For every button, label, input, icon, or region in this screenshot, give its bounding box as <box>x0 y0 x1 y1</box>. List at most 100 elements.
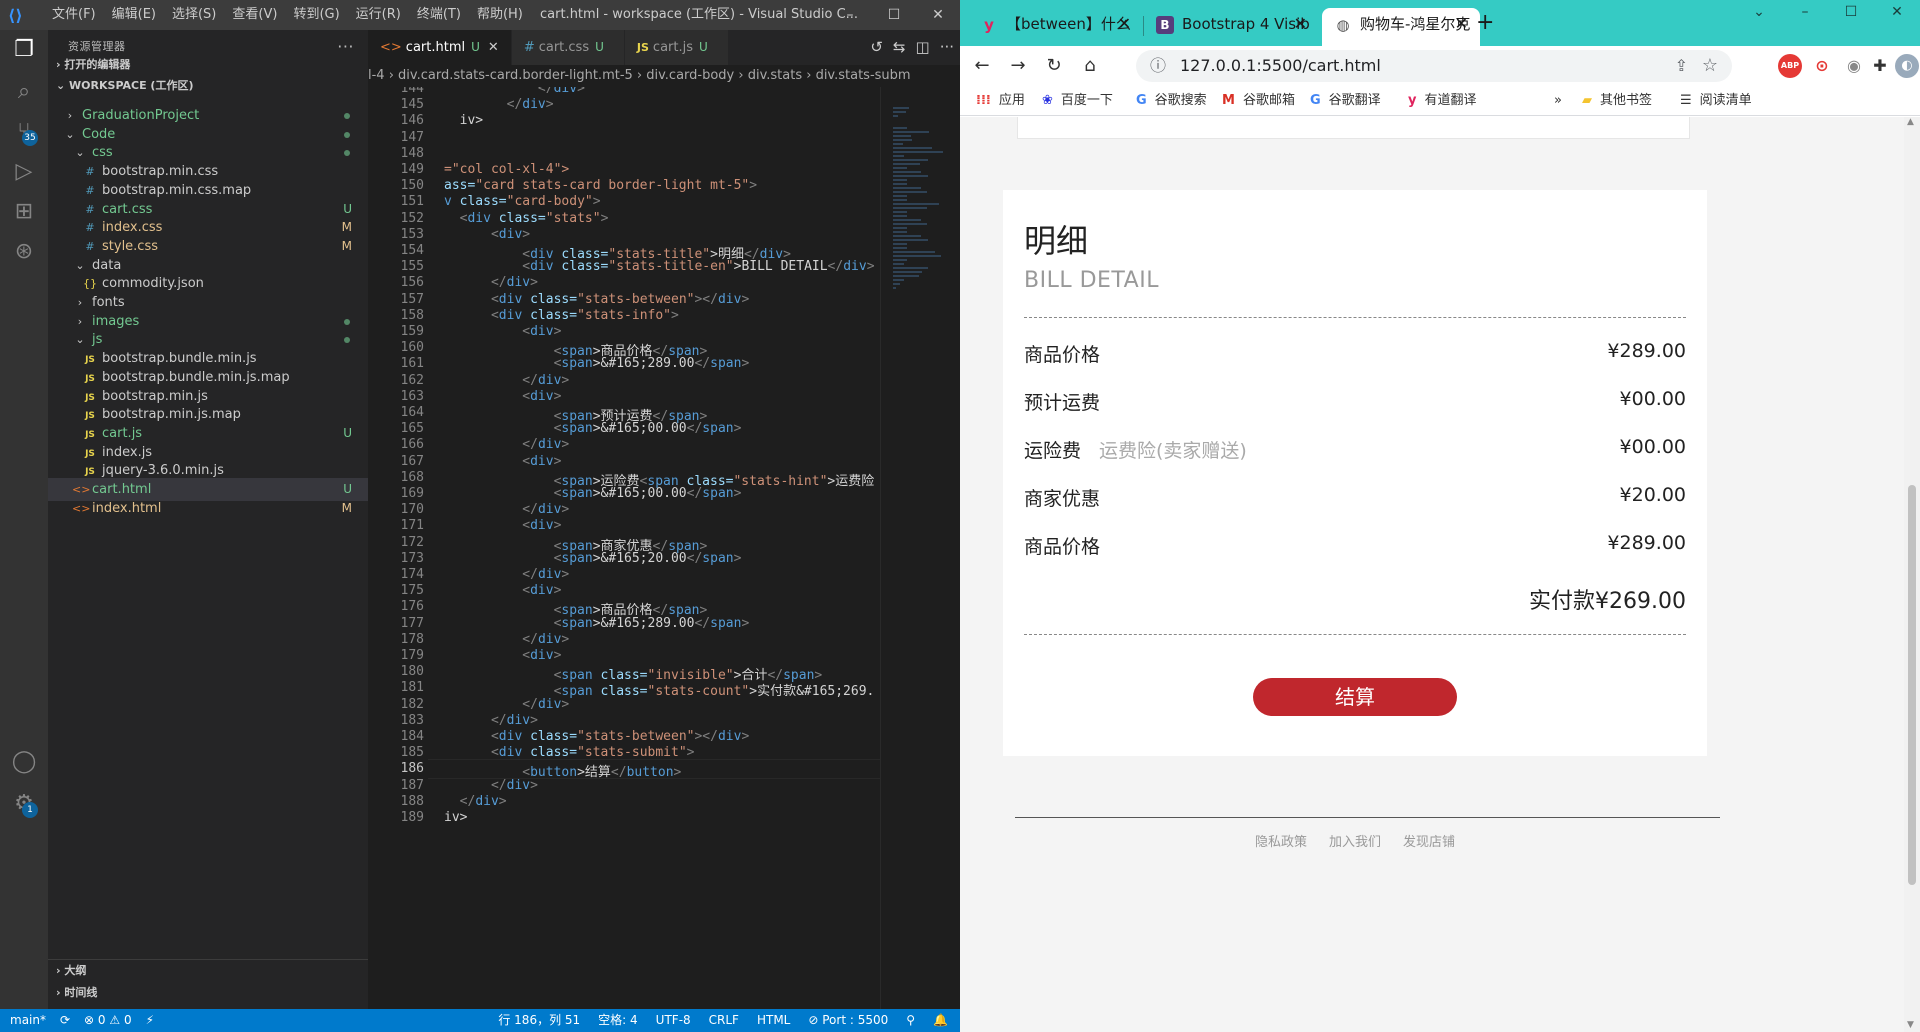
share-icon[interactable]: ⇪ <box>1675 50 1688 82</box>
scroll-down-icon[interactable]: ▼ <box>1907 1020 1914 1030</box>
status-item[interactable]: 空格: 4 <box>598 1009 638 1032</box>
browser-tab-cart[interactable]: ◍ 购物车-鸿星尔克 ✕ <box>1322 8 1480 46</box>
code-token: span <box>710 356 742 372</box>
browser-tab-bootstrap[interactable]: B Bootstrap 4 Visib ✕ <box>1144 8 1319 46</box>
menu-item[interactable]: 终端(T) <box>409 0 469 30</box>
timeline-section[interactable]: › 时间线 <box>48 982 368 1004</box>
extension-gray-icon[interactable]: ◉ <box>1842 54 1866 78</box>
footer-link[interactable]: 发现店铺 <box>1403 831 1455 850</box>
run-debug-icon[interactable]: ▷ <box>10 158 38 186</box>
vscode-titlebar: ⟨⟩ 文件(F) 编辑(E) 选择(S) 查看(V) 转到(G) 运行(R) 终端(T) 帮助… <box>0 0 960 30</box>
close-tab-icon[interactable]: ✕ <box>1118 8 1131 40</box>
extension-red-icon[interactable]: ⊙ <box>1810 54 1834 78</box>
breadcrumb[interactable]: l-4 › div.card.stats-card.border-light.m… <box>368 65 960 87</box>
tree-item-label: cart.js <box>102 425 143 441</box>
bookmarks-overflow[interactable]: » <box>1554 86 1562 116</box>
tree-item[interactable]: <> index.html M <box>48 497 368 520</box>
bill-row-label: 商品价格 <box>1024 344 1101 366</box>
browser-tab-between[interactable]: y 【between】什么 ✕ <box>968 8 1144 46</box>
status-item[interactable]: 🔔 <box>933 1009 948 1032</box>
editor-tab-js[interactable]: JS cart.js U <box>624 30 729 65</box>
footer-link[interactable]: 加入我们 <box>1329 831 1381 850</box>
close-tab-icon[interactable]: ✕ <box>488 40 499 55</box>
reading-list[interactable]: ☰ 阅读清单 <box>1680 86 1752 116</box>
code-editor[interactable]: 144 </div> 145 </div> 146 iv> 147 148 149 ="co… <box>368 87 880 1009</box>
status-item[interactable]: ⚲ <box>906 1009 915 1032</box>
reload-icon[interactable]: ↻ <box>1040 52 1068 80</box>
menu-item[interactable]: 转到(G) <box>285 0 347 30</box>
editor-tab-css[interactable]: # cart.css U <box>511 30 625 65</box>
scroll-up-icon[interactable]: ▲ <box>1907 117 1914 127</box>
menu-item[interactable]: 帮助(H) <box>469 0 531 30</box>
open-editors-section[interactable]: › 打开的编辑器 <box>48 54 368 76</box>
bookmark-apps[interactable]: ⁞⁞⁞ 应用 <box>976 86 1025 116</box>
search-icon[interactable]: ⌕ <box>10 78 38 106</box>
more-actions-icon[interactable]: ··· <box>940 30 954 65</box>
split-editor-icon[interactable]: ◫ <box>916 30 930 65</box>
site-info-icon[interactable]: ⓘ <box>1150 50 1166 82</box>
checkout-button[interactable]: 结算 <box>1253 678 1457 716</box>
code-token: class= <box>498 210 546 226</box>
bookmark-baidu[interactable]: ❀ 百度一下 <box>1042 86 1113 116</box>
minimap[interactable] <box>880 87 960 1009</box>
timeline-icon[interactable]: ↺ <box>870 30 883 65</box>
menu-item[interactable]: 文件(F) <box>44 0 104 30</box>
back-icon[interactable]: ← <box>968 52 996 80</box>
bookmark-google-translate[interactable]: G 谷歌翻译 <box>1310 86 1381 116</box>
bootstrap-icon: B <box>1156 15 1174 34</box>
extensions-icon[interactable]: ⊞ <box>10 198 38 226</box>
scrollbar-thumb[interactable] <box>1908 485 1916 885</box>
explorer-icon[interactable]: ❐ <box>10 36 38 64</box>
bookmark-google-search[interactable]: G 谷歌搜索 <box>1136 86 1207 116</box>
menu-item[interactable]: 选择(S) <box>164 0 224 30</box>
new-tab-icon[interactable]: + <box>1476 10 1494 35</box>
bookmark-gmail[interactable]: M 谷歌邮箱 <box>1222 86 1295 116</box>
menu-item[interactable]: 运行(R) <box>348 0 409 30</box>
puzzle-icon[interactable]: ✚ <box>1868 54 1892 78</box>
account-icon[interactable]: ◯ <box>10 748 38 776</box>
status-item[interactable]: ⚡ <box>146 1009 154 1032</box>
status-item[interactable]: 行 186，列 51 <box>498 1009 580 1032</box>
menu-item[interactable]: 查看(V) <box>224 0 285 30</box>
workspace-section[interactable]: ⌄ WORKSPACE (工作区) <box>48 75 368 97</box>
close-icon[interactable]: ✕ <box>916 0 960 30</box>
avatar[interactable]: ◐ <box>1895 54 1919 78</box>
status-item[interactable]: ⊘ Port : 5500 <box>808 1009 888 1032</box>
page-scrollbar[interactable]: ▲ ▼ <box>1904 117 1920 1032</box>
menu-item[interactable]: 编辑(E) <box>104 0 164 30</box>
remote-icon[interactable]: ⊛ <box>10 238 38 266</box>
home-icon[interactable]: ⌂ <box>1076 52 1104 80</box>
status-item[interactable]: main* <box>10 1009 46 1032</box>
chevron-down-icon[interactable]: ⌄ <box>1736 0 1782 30</box>
status-item[interactable]: CRLF <box>709 1009 739 1032</box>
status-item[interactable]: HTML <box>757 1009 790 1032</box>
footer-link[interactable]: 隐私政策 <box>1255 831 1307 850</box>
code-token: </ <box>506 97 523 113</box>
maximize-icon[interactable]: ☐ <box>1828 0 1874 30</box>
bookmark-label: 其他书签 <box>1600 93 1653 108</box>
code-token: div <box>530 518 554 534</box>
bookmark-youdao[interactable]: y 有道翻译 <box>1408 86 1477 116</box>
bookmark-other[interactable]: ▰ 其他书签 <box>1582 86 1652 116</box>
adblock-plus-icon[interactable]: ABP <box>1778 54 1802 78</box>
minimize-icon[interactable]: – <box>828 0 872 30</box>
previous-card <box>1017 117 1690 139</box>
code-token: "card stats-card border-light mt-5" <box>475 178 750 194</box>
maximize-icon[interactable]: ☐ <box>872 0 916 30</box>
address-bar[interactable]: ⓘ 127.0.0.1:5500/cart.html ⇪ ☆ <box>1136 50 1732 82</box>
forward-icon[interactable]: → <box>1004 52 1032 80</box>
minimize-icon[interactable]: – <box>1782 0 1828 30</box>
close-tab-icon[interactable]: ✕ <box>1294 8 1307 40</box>
tree-item-label: data <box>92 257 122 273</box>
status-item[interactable]: UTF-8 <box>656 1009 691 1032</box>
line-number: 176 <box>400 599 424 615</box>
close-icon[interactable]: ✕ <box>1874 0 1920 30</box>
close-tab-icon[interactable]: ✕ <box>1455 8 1468 40</box>
line-number: 166 <box>400 437 424 453</box>
compare-icon[interactable]: ⇆ <box>893 30 906 65</box>
editor-tab-html[interactable]: <> cart.html U ✕ <box>368 30 512 65</box>
outline-section[interactable]: › 大纲 <box>48 960 368 982</box>
status-item[interactable]: ⟳ <box>60 1009 70 1032</box>
status-item[interactable]: ⊗ 0 ⚠ 0 <box>84 1009 132 1032</box>
bookmark-star-icon[interactable]: ☆ <box>1702 50 1718 82</box>
